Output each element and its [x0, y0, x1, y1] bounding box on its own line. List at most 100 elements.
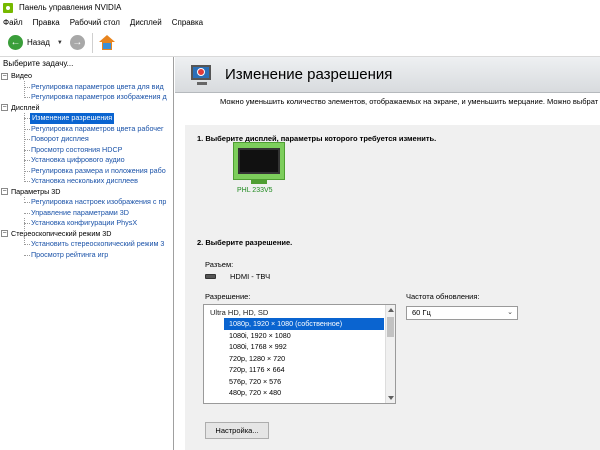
nvidia-logo-icon — [3, 2, 13, 13]
toolbar: ← Назад ▼ → — [0, 29, 600, 57]
sidebar-item-hdcp-status[interactable]: Просмотр состояния HDCP — [0, 145, 173, 156]
tree-category-stereoscopic[interactable]: − Стереоскопический режим 3D — [0, 229, 173, 240]
back-button[interactable]: ← Назад — [8, 33, 50, 53]
tree-line — [24, 197, 25, 200]
scroll-thumb[interactable] — [387, 317, 394, 337]
sidebar-item-desktop-color[interactable]: Регулировка параметров цвета рабочег — [0, 124, 173, 135]
category-label: Дисплей — [11, 102, 40, 112]
chevron-down-icon: ⌄ — [507, 309, 513, 316]
screen-dot — [197, 67, 205, 76]
forward-arrow-icon[interactable]: → — [69, 35, 85, 50]
sidebar-item-label[interactable]: Изменение разрешения — [30, 113, 115, 124]
sidebar-item-multiple-displays[interactable]: Установка нескольких дисплеев — [0, 176, 173, 187]
resolution-item[interactable]: 1080p, 1920 × 1080 (собственное) — [224, 318, 384, 330]
menu-bar: Файл Правка Рабочий стол Дисплей Справка — [0, 15, 600, 29]
home-icon[interactable] — [98, 34, 115, 51]
home-roof — [98, 34, 115, 42]
tree-connector — [24, 212, 30, 214]
page-description: Можно уменьшить количество элементов, от… — [220, 97, 599, 106]
sidebar-header: Выберите задачу... — [3, 59, 74, 68]
sidebar-item-label[interactable]: Просмотр состояния HDCP — [31, 145, 122, 156]
sidebar-item-label[interactable]: Регулировка размера и положения рабо — [31, 166, 166, 177]
resolution-item[interactable]: 720p, 1280 × 720 — [224, 353, 384, 365]
sidebar-item-change-resolution[interactable]: Изменение разрешения — [0, 113, 173, 124]
title-bar: Панель управления NVIDIA — [0, 0, 600, 15]
sidebar-item-set-stereo[interactable]: Установить стереоскопический режим 3 — [0, 239, 173, 250]
menu-edit[interactable]: Правка — [28, 18, 65, 27]
home-body — [101, 41, 112, 50]
category-label: Стереоскопический режим 3D — [11, 228, 112, 238]
sidebar-item-rotate-display[interactable]: Поворот дисплея — [0, 134, 173, 145]
refresh-rate-select[interactable]: 60 Гц ⌄ — [406, 306, 518, 320]
category-label: Видео — [11, 71, 32, 80]
sidebar-item-label[interactable]: Регулировка настроек изображения с пр — [31, 197, 166, 208]
tree-category-display[interactable]: − Дисплей — [0, 103, 173, 114]
tree-connector — [24, 254, 30, 256]
task-tree: − Видео Регулировка параметров цвета для… — [0, 71, 173, 260]
tree-line — [24, 81, 25, 98]
sidebar-item-label[interactable]: Регулировка параметров изображения д — [31, 92, 167, 103]
sidebar-item-desktop-size[interactable]: Регулировка размера и положения рабо — [0, 166, 173, 177]
display-selector[interactable] — [233, 142, 285, 186]
category-label: Параметры 3D — [11, 186, 61, 196]
tree-line — [24, 218, 25, 245]
window-title: Панель управления NVIDIA — [19, 3, 122, 12]
sidebar-item-label[interactable]: Просмотр рейтинга игр — [31, 250, 108, 261]
sidebar-item-digital-audio[interactable]: Установка цифрового аудио — [0, 155, 173, 166]
menu-help[interactable]: Справка — [167, 18, 208, 27]
customize-button[interactable]: Настройка... — [205, 422, 269, 439]
tree-connector — [24, 202, 30, 203]
menu-desktop[interactable]: Рабочий стол — [65, 18, 125, 27]
sidebar-item-label[interactable]: Регулировка параметров цвета рабочег — [31, 124, 164, 135]
sidebar-item-label[interactable]: Поворот дисплея — [31, 134, 89, 145]
sidebar-item-label[interactable]: Управление параметрами 3D — [31, 208, 129, 219]
tree-line — [24, 113, 25, 182]
collapse-icon[interactable]: − — [1, 104, 8, 111]
sidebar-item-video-color[interactable]: Регулировка параметров цвета для вид — [0, 82, 173, 93]
back-history-dropdown-icon[interactable]: ▼ — [57, 40, 63, 46]
resolution-group-header: Ultra HD, HD, SD — [210, 308, 269, 317]
back-arrow-icon: ← — [8, 35, 23, 50]
sidebar-item-image-settings-preview[interactable]: Регулировка настроек изображения с пр — [0, 197, 173, 208]
sidebar-item-manage-3d[interactable]: Управление параметрами 3D — [0, 208, 173, 219]
resolution-item[interactable]: 1080i, 1920 × 1080 — [224, 330, 384, 342]
collapse-icon[interactable]: − — [1, 72, 8, 80]
sidebar-item-game-ratings[interactable]: Просмотр рейтинга игр — [0, 250, 173, 261]
menu-file[interactable]: Файл — [0, 18, 28, 27]
connector-label: Разъем: — [205, 260, 234, 269]
collapse-icon[interactable]: − — [1, 230, 8, 237]
display-settings-icon — [189, 64, 215, 86]
task-sidebar: Выберите задачу... − Видео Регулировка п… — [0, 57, 174, 450]
resolution-item[interactable]: 576p, 720 × 576 — [224, 376, 384, 388]
resolution-item[interactable]: 720p, 1176 × 664 — [224, 364, 384, 376]
page-title: Изменение разрешения — [225, 66, 393, 83]
resolution-list[interactable]: Ultra HD, HD, SD 1080p, 1920 × 1080 (соб… — [203, 304, 396, 404]
sidebar-item-label[interactable]: Установка цифрового аудио — [31, 155, 125, 166]
main-panel: Изменение разрешения Можно уменьшить кол… — [175, 57, 600, 450]
back-label: Назад — [27, 38, 50, 47]
monitor-name: PHL 233V5 — [237, 187, 273, 194]
sidebar-item-label[interactable]: Установка конфигурации PhysX — [31, 218, 137, 229]
resolution-scrollbar[interactable] — [385, 305, 395, 403]
step2-label: 2. Выберите разрешение. — [197, 238, 293, 247]
refresh-rate-value: 60 Гц — [412, 308, 431, 317]
monitor-stand — [197, 81, 207, 85]
content-area: 1. Выберите дисплей, параметры которого … — [185, 125, 600, 450]
resolution-label: Разрешение: — [205, 292, 251, 301]
scroll-up-icon[interactable] — [388, 308, 394, 312]
monitor-base — [251, 180, 267, 184]
sidebar-item-label[interactable]: Установить стереоскопический режим 3 — [31, 239, 164, 250]
sidebar-item-video-image[interactable]: Регулировка параметров изображения д — [0, 92, 173, 103]
scroll-down-icon[interactable] — [388, 396, 394, 400]
sidebar-item-label[interactable]: Регулировка параметров цвета для вид — [31, 82, 164, 93]
sidebar-item-physx[interactable]: Установка конфигурации PhysX — [0, 218, 173, 229]
resolution-item[interactable]: 480p, 720 × 480 — [224, 387, 384, 399]
tree-category-3d-settings[interactable]: − Параметры 3D — [0, 187, 173, 198]
hdmi-connector-icon — [205, 274, 216, 279]
menu-display[interactable]: Дисплей — [125, 18, 167, 27]
refresh-rate-label: Частота обновления: — [406, 292, 480, 301]
collapse-icon[interactable]: − — [1, 188, 8, 195]
sidebar-item-label[interactable]: Установка нескольких дисплеев — [31, 176, 138, 187]
resolution-item[interactable]: 1080i, 1768 × 992 — [224, 341, 384, 353]
tree-category-video[interactable]: − Видео — [0, 71, 173, 82]
